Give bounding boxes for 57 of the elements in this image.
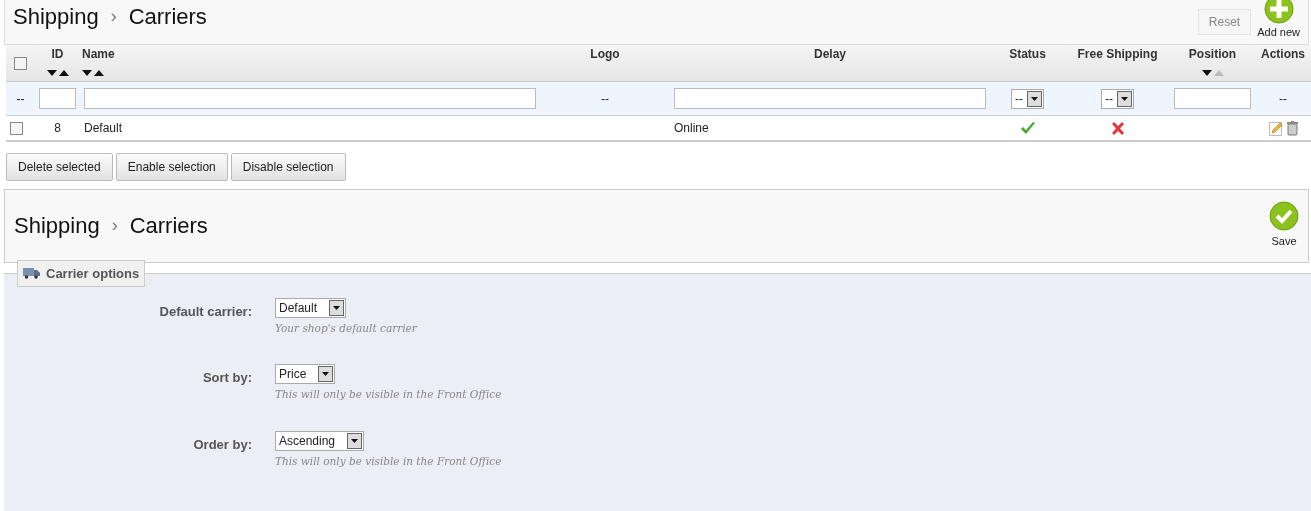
dropdown-arrow-icon bbox=[1031, 96, 1038, 101]
bulk-action-button[interactable]: Disable selection bbox=[230, 152, 346, 181]
breadcrumb-item: Shipping bbox=[13, 3, 99, 31]
save-button[interactable]: Save bbox=[1269, 201, 1299, 250]
sort-descending-icon[interactable] bbox=[46, 70, 57, 76]
column-header: Logo bbox=[589, 46, 621, 63]
no-filter-text: -- bbox=[601, 91, 609, 106]
truck-icon bbox=[23, 267, 40, 280]
column-header: Name bbox=[82, 46, 116, 63]
table-cell: Default bbox=[84, 120, 123, 135]
sort-descending-icon[interactable] bbox=[82, 70, 92, 76]
field-label: Order by: bbox=[192, 436, 253, 454]
breadcrumb-item: Carriers bbox=[128, 3, 207, 31]
field-label: Sort by: bbox=[201, 369, 253, 388]
checkmark-icon bbox=[1269, 201, 1299, 232]
field-hint: Your shop's default carrier bbox=[275, 320, 417, 336]
dropdown-arrow-icon bbox=[322, 372, 330, 377]
filter-input[interactable] bbox=[674, 88, 986, 109]
dropdown-arrow-icon bbox=[333, 305, 341, 310]
bulk-action-button[interactable]: Delete selected bbox=[6, 152, 113, 181]
filter-input[interactable] bbox=[84, 88, 536, 109]
breadcrumb-item: Shipping bbox=[14, 212, 100, 240]
sort-ascending-icon[interactable] bbox=[94, 70, 104, 76]
filter-select[interactable]: -- bbox=[1101, 88, 1134, 109]
filter-input[interactable] bbox=[39, 88, 76, 109]
column-header: ID bbox=[50, 46, 65, 63]
column-header: Status bbox=[1008, 46, 1047, 63]
row-checkbox[interactable] bbox=[10, 122, 23, 136]
add-new-button[interactable]: Add new bbox=[1257, 0, 1300, 41]
trash-icon[interactable] bbox=[1286, 121, 1298, 137]
breadcrumb-item: Carriers bbox=[129, 212, 208, 240]
column-header: Delay bbox=[813, 46, 847, 63]
select-field[interactable]: Price bbox=[275, 364, 336, 385]
sort-descending-icon[interactable] bbox=[1201, 70, 1212, 76]
no-filter-text: -- bbox=[1279, 91, 1287, 106]
field-hint: This will only be visible in the Front Office bbox=[275, 454, 502, 469]
filter-input[interactable] bbox=[1174, 88, 1251, 109]
no-filter-text: -- bbox=[16, 91, 25, 106]
column-header: Actions bbox=[1260, 46, 1306, 63]
breadcrumb-separator: › bbox=[111, 214, 118, 237]
column-header: Position bbox=[1187, 46, 1238, 63]
dropdown-arrow-icon bbox=[351, 439, 359, 443]
select-field[interactable]: Default bbox=[275, 297, 347, 318]
column-header: Free Shipping bbox=[1076, 46, 1159, 63]
dropdown-arrow-icon bbox=[1121, 96, 1128, 101]
edit-icon[interactable] bbox=[1268, 121, 1283, 137]
bulk-action-button[interactable]: Enable selection bbox=[115, 152, 228, 181]
select-all-checkbox[interactable] bbox=[14, 57, 27, 71]
field-label: Default carrier: bbox=[158, 302, 253, 321]
table-cell: 8 bbox=[54, 120, 61, 135]
field-hint: This will only be visible in the Front Office bbox=[275, 387, 502, 403]
table-cell: Online bbox=[674, 120, 709, 135]
select-field[interactable]: Ascending bbox=[275, 431, 365, 451]
breadcrumb-separator: › bbox=[110, 5, 117, 28]
sort-ascending-icon[interactable] bbox=[58, 70, 69, 76]
filter-select[interactable]: -- bbox=[1011, 88, 1044, 109]
legend-title: Carrier options bbox=[46, 264, 140, 283]
